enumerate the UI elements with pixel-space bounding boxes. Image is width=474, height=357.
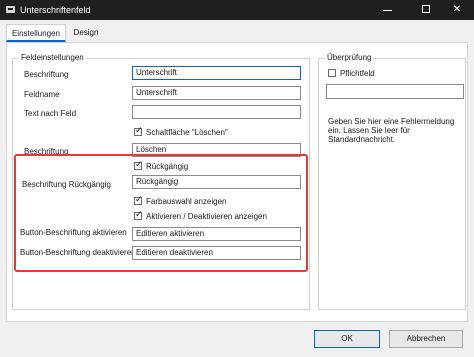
title-bar: Unterschriftenfeld ✕ bbox=[0, 0, 474, 20]
cancel-button[interactable]: Abbrechen bbox=[389, 330, 463, 348]
validation-help-text: Geben Sie hier eine Fehlermeldung ein. L… bbox=[328, 117, 455, 144]
close-icon: ✕ bbox=[452, 4, 462, 15]
field-settings-title: Feldeinstellungen bbox=[19, 53, 86, 62]
highlight-box bbox=[14, 154, 308, 272]
text-nach-feld-label: Text nach Feld bbox=[24, 109, 77, 118]
maximize-icon bbox=[422, 5, 430, 13]
required-checkbox[interactable] bbox=[328, 69, 336, 77]
minimize-icon bbox=[383, 10, 392, 11]
validation-title: Überprüfung bbox=[325, 53, 374, 62]
feldname-label: Feldname bbox=[24, 90, 60, 99]
error-message-input[interactable] bbox=[326, 84, 464, 99]
beschriftung-label: Beschriftung bbox=[24, 70, 69, 79]
feldname-input[interactable]: Unterschrift bbox=[132, 86, 301, 100]
window-title: Unterschriftenfeld bbox=[20, 5, 91, 15]
close-button[interactable]: ✕ bbox=[440, 0, 474, 20]
delete-button-checkbox-label[interactable]: Schaltfläche "Löschen" bbox=[146, 128, 228, 137]
minimize-button[interactable] bbox=[370, 0, 404, 20]
maximize-button[interactable] bbox=[412, 0, 440, 20]
tab-einstellungen[interactable]: Einstellungen bbox=[6, 24, 66, 42]
delete-button-checkbox[interactable] bbox=[134, 126, 143, 136]
tab-design[interactable]: Design bbox=[68, 24, 104, 42]
text-nach-feld-input[interactable] bbox=[132, 105, 301, 119]
beschriftung-input[interactable]: Unterschrift bbox=[132, 66, 301, 80]
ok-button[interactable]: OK bbox=[314, 330, 380, 348]
required-checkbox-label[interactable]: Pflichtfeld bbox=[340, 69, 375, 78]
app-icon bbox=[6, 6, 15, 13]
